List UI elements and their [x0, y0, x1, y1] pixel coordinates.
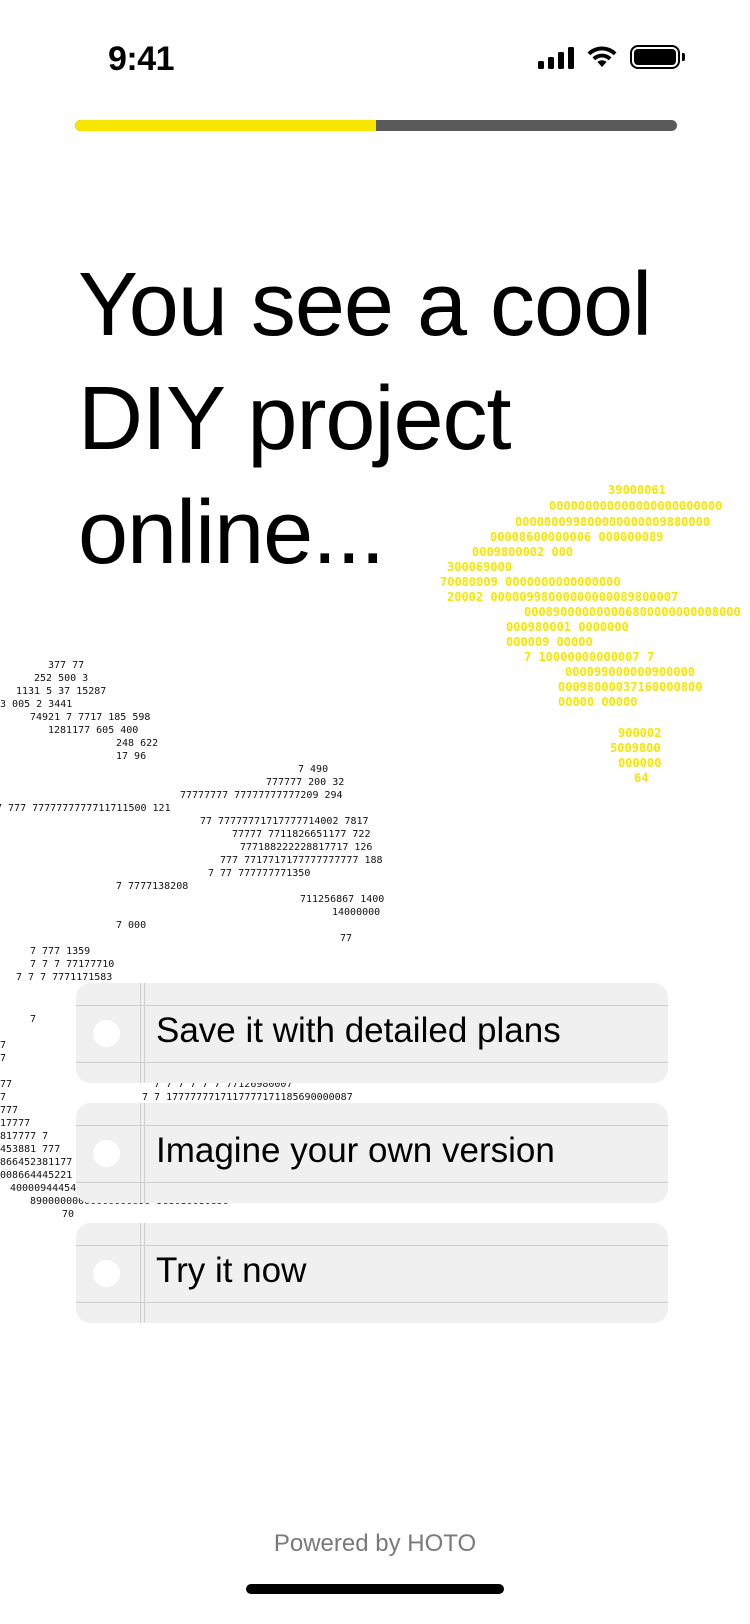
svg-text:777188222228817717 126: 777188222228817717 126	[240, 842, 372, 853]
svg-text:74921 7 7717 185: 74921 7 7717 185 598	[30, 712, 150, 723]
svg-text:7: 7 777 1359	[30, 946, 90, 957]
svg-text:248: 248 622	[116, 738, 158, 749]
svg-text:20002 000009980000000000: 20002 00000998000000000089800007	[447, 590, 678, 604]
svg-text:7 490: 7 490	[298, 764, 328, 775]
option-label: Save it with detailed plans	[156, 1011, 561, 1050]
svg-text:000980001 00: 000980001 0000000	[506, 620, 629, 634]
home-indicator[interactable]	[246, 1584, 504, 1594]
svg-text:2817777 7: 2817777 7	[0, 1131, 48, 1142]
svg-text:900002: 900002	[618, 726, 661, 740]
question-headline: You see a cool DIY project online...	[78, 255, 652, 583]
radio-button[interactable]	[93, 1260, 120, 1287]
svg-text:23 005 2: 23 005 2 3441	[0, 699, 72, 710]
svg-text:00098000037160000800: 00098000037160000800	[558, 680, 703, 694]
svg-text:817777: 817777	[0, 1118, 30, 1129]
option-label: Imagine your own version	[156, 1131, 555, 1170]
status-time: 9:41	[108, 40, 175, 78]
svg-text:3777: 3777	[0, 1105, 18, 1116]
option-label: Try it now	[156, 1251, 307, 1290]
svg-text:14000000: 14000000	[332, 907, 380, 918]
radio-button[interactable]	[93, 1140, 120, 1167]
powered-by-text: Powered by HOTO	[273, 1530, 477, 1557]
svg-text:000000: 000000	[618, 756, 661, 770]
svg-text:711256867 1400: 711256867 1400	[300, 894, 384, 905]
svg-text:77: 77	[0, 1040, 6, 1051]
svg-text:1131 5 37: 1131 5 37 15287	[16, 686, 106, 697]
svg-text:7: 7	[30, 1014, 36, 1025]
svg-text:37: 37	[0, 1053, 6, 1064]
option-save-plans[interactable]: Save it with detailed plans	[76, 983, 668, 1083]
battery-icon	[630, 45, 685, 69]
svg-text:7 10000000000007 7: 7 10000000000007 7	[524, 650, 654, 664]
svg-text:252 500 3: 252 500 3	[34, 673, 88, 684]
svg-text:000099000000900000: 000099000000900000	[565, 665, 695, 679]
answer-options: Save it with detailed plans Imagine your…	[76, 983, 668, 1343]
svg-text:000890000000006800000000008000: 000890000000006800000000008000	[524, 605, 741, 619]
svg-text:7: 7 000	[116, 920, 146, 931]
svg-text:7 7 7: 7 7 7 77177710	[30, 959, 114, 970]
svg-text:377 77: 377 77	[48, 660, 84, 671]
svg-text:7 77 77777777135: 7 77 777777771350	[208, 868, 310, 879]
svg-text:77 77777771717777714002 781: 77 77777771717777714002 7817	[200, 816, 369, 827]
svg-text:77777777 77777777777209 294: 77777777 77777777777209 294	[180, 790, 343, 801]
svg-text:7: 7 7 7 7771171583	[16, 972, 112, 983]
svg-text:7 7: 7 7777138208	[116, 881, 188, 892]
svg-text:77: 77	[340, 933, 352, 944]
decorative-number-art: 39000061 000000000000000000000000 000000…	[0, 0, 750, 1624]
svg-text:7 777 7777777: 7 777 7777777777711711500 121	[0, 803, 171, 814]
svg-text:777 7717717177777777777 188: 777 7717717177777777777 188	[220, 855, 383, 866]
svg-text:777: 777	[0, 1079, 12, 1090]
option-try-now[interactable]: Try it now	[76, 1223, 668, 1323]
svg-text:70: 70	[62, 1209, 74, 1220]
option-imagine-version[interactable]: Imagine your own version	[76, 1103, 668, 1203]
svg-text:17: 17 96	[116, 751, 146, 762]
svg-text:000009: 000009 00000	[506, 635, 593, 649]
wifi-icon	[587, 46, 617, 67]
svg-text:1281177 605: 1281177 605 400	[48, 725, 138, 736]
svg-text:777777 200 32: 777777 200 32	[266, 777, 344, 788]
svg-text:64: 64	[634, 771, 648, 785]
svg-text:00000 00000: 00000 00000	[558, 695, 637, 709]
svg-text:77777 7711826651177 722: 77777 7711826651177 722	[232, 829, 370, 840]
progress-bar	[75, 120, 677, 131]
svg-text:3866452381177: 3866452381177	[0, 1157, 72, 1168]
svg-text:0008664445221: 0008664445221	[0, 1170, 72, 1181]
radio-button[interactable]	[93, 1020, 120, 1047]
svg-text:17: 17	[0, 1092, 6, 1103]
cellular-signal-icon	[538, 45, 574, 69]
svg-text:5009800: 5009800	[610, 741, 661, 755]
svg-text:4453881 777: 4453881 777	[0, 1144, 60, 1155]
status-icons	[538, 45, 685, 69]
progress-fill	[75, 120, 376, 131]
status-bar: 9:41	[0, 0, 750, 110]
